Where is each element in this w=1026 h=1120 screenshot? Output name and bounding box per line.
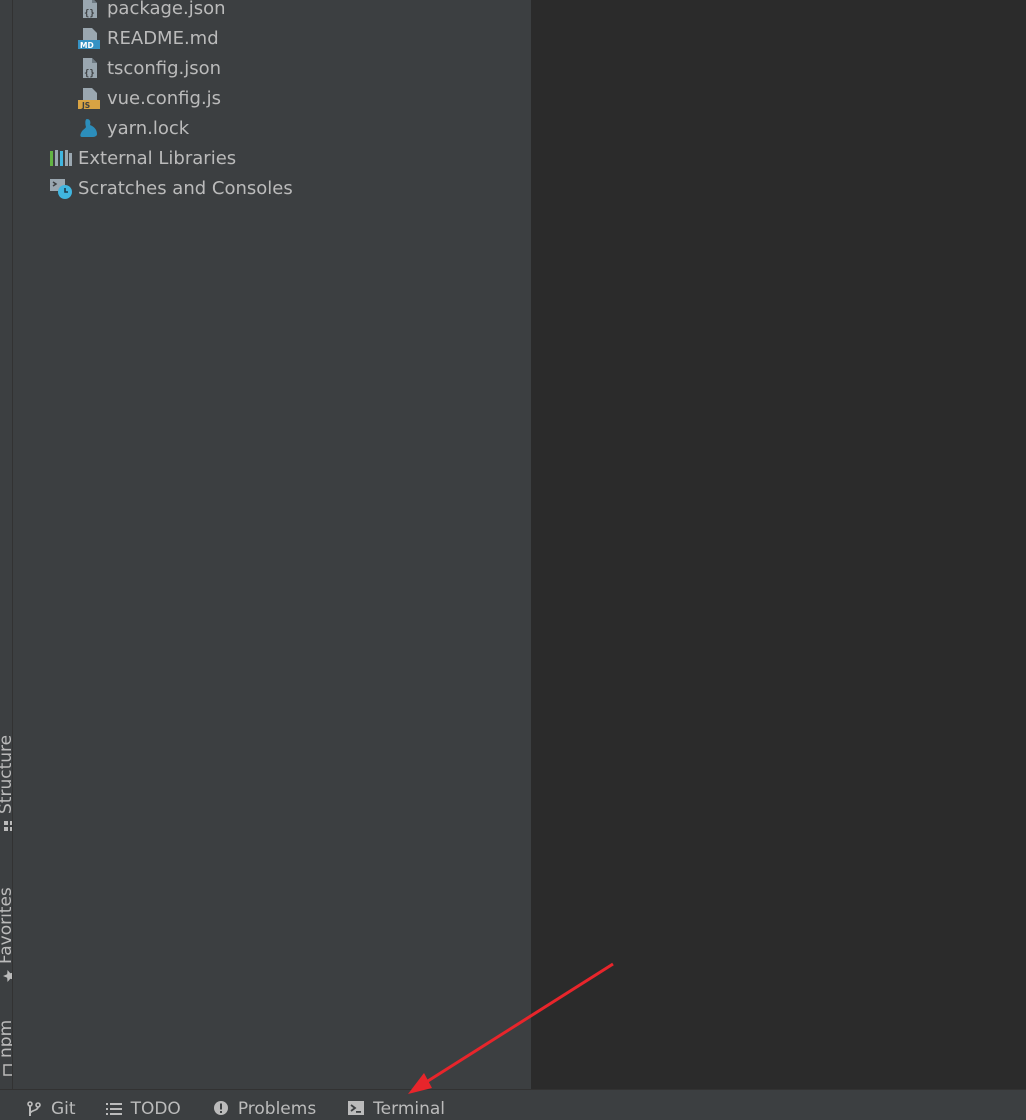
star-icon (0, 970, 12, 982)
structure-tab-label: Structure (0, 734, 13, 814)
problems-tab[interactable]: Problems (212, 1090, 316, 1120)
npm-tab-label: npm (0, 1019, 13, 1058)
npm-tab[interactable]: npm (0, 1019, 13, 1076)
tree-item-label: vue.config.js (107, 87, 222, 109)
favorites-tab[interactable]: Favorites (0, 887, 13, 982)
structure-tab[interactable]: Structure (0, 734, 13, 832)
left-tool-strip: Structure Favorites npm (0, 0, 13, 1089)
terminal-icon (347, 1100, 365, 1118)
tree-item-readme-md[interactable]: MD README.md (13, 23, 531, 53)
json-file-icon: {} (78, 56, 102, 80)
npm-icon (0, 1064, 12, 1076)
terminal-tab-label: Terminal (373, 1099, 446, 1119)
ide-window: Structure Favorites npm {} package.json … (0, 0, 1026, 1120)
problems-tab-label: Problems (237, 1099, 317, 1119)
tree-item-label: yarn.lock (107, 117, 190, 139)
tree-item-label: tsconfig.json (107, 57, 222, 79)
bottom-tool-bar: Git TODO Problems Terminal (0, 1089, 1026, 1120)
svg-text:{}: {} (84, 9, 95, 19)
markdown-file-icon: MD (78, 26, 102, 50)
tree-item-yarn-lock[interactable]: yarn.lock (13, 113, 531, 143)
js-file-icon: JS (78, 86, 102, 110)
git-tab-label: Git (51, 1099, 76, 1119)
libraries-icon (49, 146, 73, 170)
tree-item-scratches-and-consoles[interactable]: Scratches and Consoles (13, 173, 531, 203)
todo-tab[interactable]: TODO (105, 1090, 181, 1120)
scratches-icon (49, 176, 73, 200)
tree-item-label: package.json (107, 0, 226, 19)
editor-area[interactable] (531, 0, 1026, 1089)
tree-item-label: External Libraries (78, 147, 237, 169)
json-file-icon: {} (78, 0, 102, 20)
git-tab[interactable]: Git (25, 1090, 76, 1120)
favorites-tab-label: Favorites (0, 887, 13, 964)
todo-tab-label: TODO (130, 1099, 181, 1119)
list-icon (105, 1100, 123, 1118)
project-panel: {} package.json MD README.md {} tsconfig… (13, 0, 531, 1089)
svg-text:MD: MD (80, 41, 94, 50)
yarn-icon (78, 116, 102, 140)
tree-item-package-json[interactable]: {} package.json (13, 0, 531, 23)
tree-item-tsconfig-json[interactable]: {} tsconfig.json (13, 53, 531, 83)
terminal-tab[interactable]: Terminal (347, 1090, 445, 1120)
tree-item-external-libraries[interactable]: External Libraries (13, 143, 531, 173)
tree-item-label: Scratches and Consoles (78, 177, 293, 199)
tree-item-label: README.md (107, 27, 219, 49)
svg-text:{}: {} (84, 69, 95, 79)
structure-icon (0, 820, 12, 832)
svg-text:JS: JS (81, 101, 90, 110)
exclamation-icon (212, 1100, 230, 1118)
tree-item-vue-config-js[interactable]: JS vue.config.js (13, 83, 531, 113)
git-branch-icon (25, 1100, 43, 1118)
